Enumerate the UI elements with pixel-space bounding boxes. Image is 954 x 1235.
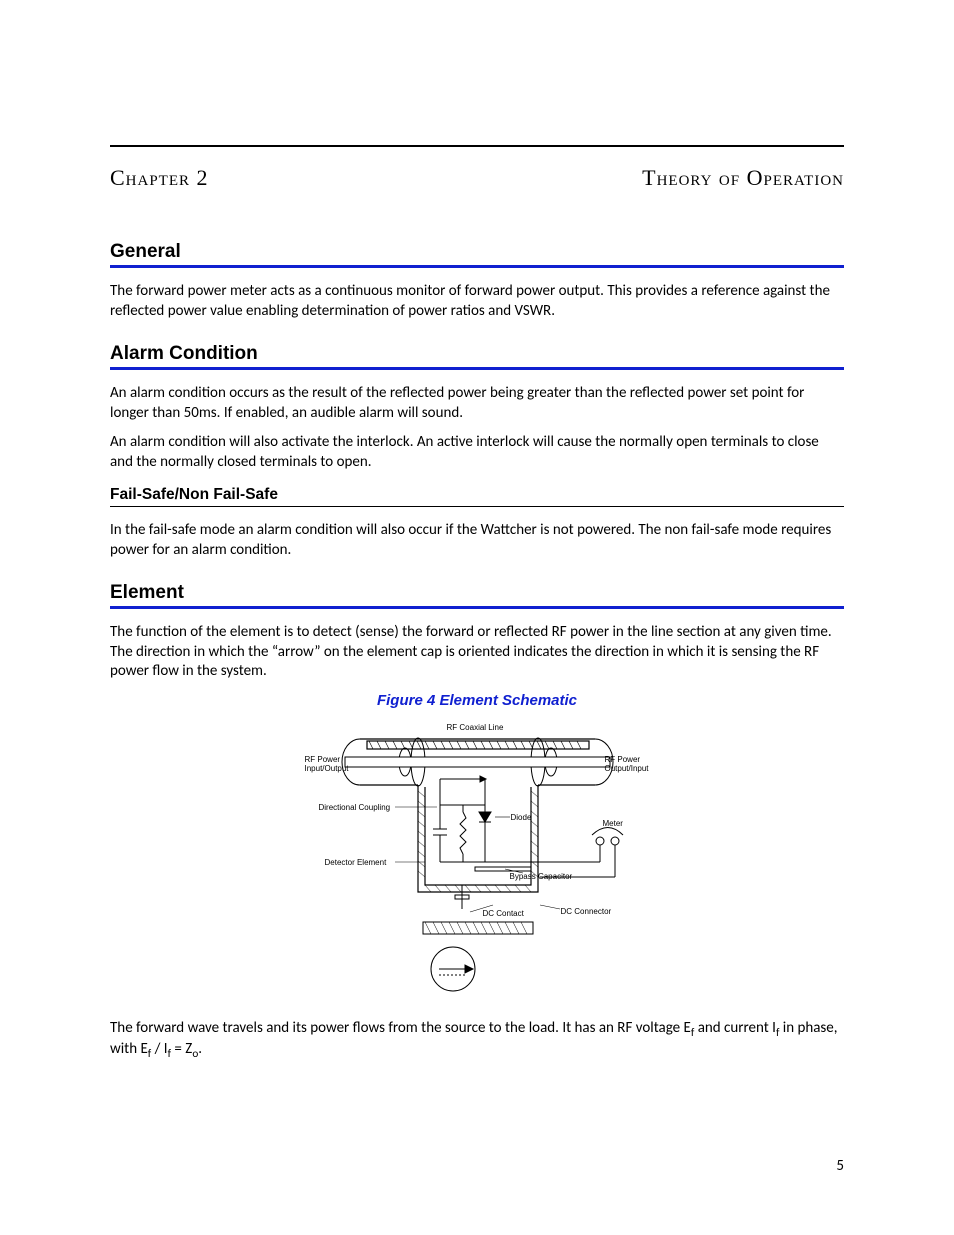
text: and current I — [694, 1019, 776, 1037]
paragraph: An alarm condition will also activate th… — [110, 433, 844, 472]
paragraph: An alarm condition occurs as the result … — [110, 384, 844, 423]
text: / I — [151, 1040, 167, 1058]
paragraph: The forward power meter acts as a contin… — [110, 282, 844, 321]
label-rf-out: RF Power Output/Input — [605, 755, 653, 773]
label-dc-conn: DC Connector — [561, 907, 612, 916]
paragraph: The forward wave travels and its power f… — [110, 1019, 844, 1062]
section-heading-alarm: Alarm Condition — [110, 343, 844, 365]
page-number: 5 — [836, 1157, 844, 1175]
chapter-header: Chapter 2 Theory of Operation — [110, 165, 844, 191]
element-schematic: RF Coaxial Line RF Power Input/Output RF… — [305, 717, 650, 1007]
figure-caption: Figure 4 Element Schematic — [110, 692, 844, 709]
chapter-label: Chapter 2 — [110, 165, 209, 191]
page: Chapter 2 Theory of Operation General Th… — [0, 0, 954, 1235]
section-heading-general: General — [110, 241, 844, 263]
label-dir-coupling: Directional Coupling — [319, 803, 391, 812]
subheading-failsafe: Fail-Safe/Non Fail-Safe — [110, 486, 844, 504]
label-det-elem: Detector Element — [325, 858, 387, 867]
section-heading-element: Element — [110, 582, 844, 604]
blue-rule — [110, 265, 844, 268]
blue-rule — [110, 367, 844, 370]
blue-rule — [110, 606, 844, 609]
label-meter: Meter — [603, 819, 623, 828]
chapter-title: Theory of Operation — [642, 165, 844, 191]
label-rf-coax: RF Coaxial Line — [447, 723, 504, 732]
text: = Z — [171, 1040, 192, 1058]
text: . — [198, 1040, 202, 1058]
thin-rule — [110, 506, 844, 507]
label-dc-contact: DC Contact — [483, 909, 524, 918]
top-rule — [110, 145, 844, 147]
paragraph: The function of the element is to detect… — [110, 623, 844, 682]
text: The forward wave travels and its power f… — [110, 1019, 691, 1037]
label-diode: Diode — [511, 813, 532, 822]
paragraph: In the fail-safe mode an alarm condition… — [110, 521, 844, 560]
label-rf-in: RF Power Input/Output — [305, 755, 353, 773]
label-bypass-cap: Bypass Capacitor — [510, 872, 573, 881]
